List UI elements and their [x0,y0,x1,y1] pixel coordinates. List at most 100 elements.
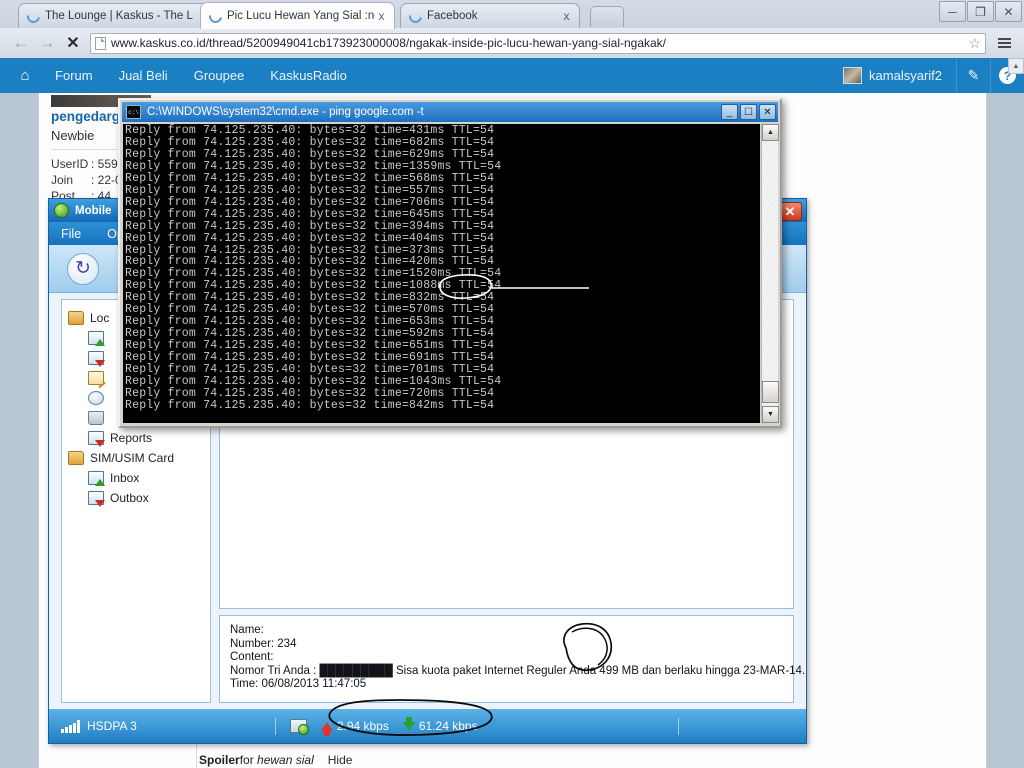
bookmark-star-icon[interactable]: ☆ [968,35,981,52]
detail-number: Number: 234 [230,637,297,650]
profile-join-row: Join: 22-06 [51,173,128,187]
signal-bars-icon [61,719,80,733]
inbox-envelope-icon [88,331,105,346]
inbox-envelope-icon [88,471,105,486]
kaskus-header-right: kamalsyarif2 ✎ ? [843,58,1024,93]
nav-kaskusradio[interactable]: KaskusRadio [257,68,360,83]
spoiler-hide-link[interactable]: Hide [328,753,353,767]
console-icon: c:\ [126,105,141,119]
spoiler-for: for [239,753,254,767]
tree-item-label: Outbox [110,491,149,505]
edit-pencil-icon-wrap[interactable]: ✎ [956,58,990,93]
window-restore-button[interactable]: ❐ [967,1,994,22]
tree-item-sim-outbox[interactable]: Outbox [66,488,210,508]
tree-item-label: Reports [110,431,153,445]
forum-column-rule [196,743,197,768]
back-arrow-icon[interactable]: ← [8,30,34,56]
kaskus-header: ⌂ Forum Jual Beli Groupee KaskusRadio ka… [0,58,1024,93]
network-type-label: HSDPA 3 [87,719,137,733]
cmd-maximize-button[interactable]: ☐ [740,104,757,120]
browser-navbar: ← → ✕ www.kaskus.co.id/thread/5200949041… [0,28,1024,58]
folder-icon [68,451,84,465]
stop-icon[interactable]: ✕ [60,30,86,56]
home-icon[interactable]: ⌂ [8,67,42,84]
username-label[interactable]: kamalsyarif2 [869,68,942,83]
url-text: www.kaskus.co.id/thread/5200949041cb1739… [111,36,667,50]
forward-arrow-icon[interactable]: → [34,30,60,56]
tab-title: Pic Lucu Hewan Yang Sial :ng [227,10,375,22]
outbox-envelope-icon [88,491,105,507]
profile-userid-key: UserID [51,157,89,171]
address-bar[interactable]: www.kaskus.co.id/thread/5200949041cb1739… [90,32,986,54]
profile-userid-row: UserID: 5597 [51,157,124,171]
pencil-icon: ✎ [967,67,980,83]
statusbar-speeds: 2.94 kbps 61.24 kbps [274,716,679,736]
statusbar-divider [274,717,276,735]
download-arrow-icon [402,716,415,731]
new-tab-button[interactable] [590,6,624,27]
nav-forum[interactable]: Forum [42,68,106,83]
mobile-partner-app-icon [54,203,69,218]
cmd-window-title: C:\WINDOWS\system32\cmd.exe - ping googl… [147,106,424,118]
browser-tab-3[interactable]: Facebook x [400,3,580,28]
tree-item-label: Inbox [110,471,140,485]
profile-rank: Newbie [51,128,95,143]
scroll-up-arrow-icon[interactable]: ▲ [762,124,779,141]
tree-item-sim-usim-card[interactable]: SIM/USIM Card [66,448,210,468]
window-close-button[interactable]: ✕ [995,1,1022,22]
detail-content-label: Content: [230,651,274,663]
tab-favicon-icon [24,6,43,26]
statusbar-right-divider [677,717,679,735]
cmd-window: c:\ C:\WINDOWS\system32\cmd.exe - ping g… [118,98,782,428]
cmd-console-output[interactable]: Reply from 74.125.235.40: bytes=32 time=… [123,124,760,423]
tree-item-sim-inbox[interactable]: Inbox [66,468,210,488]
folder-icon [68,311,84,325]
cmd-scrollbar[interactable]: ▲ ▼ [761,124,779,423]
tab-favicon-icon [206,6,225,26]
mobile-partner-title: Mobile [75,204,112,217]
browser-menu-icon[interactable] [992,31,1016,55]
sync-refresh-icon[interactable]: ↻ [67,252,99,285]
nav-groupee[interactable]: Groupee [181,68,258,83]
browser-tabstrip: The Lounge | Kaskus - The L x Pic Lucu H… [0,0,1024,29]
sms-detail-pane: Name: Number: 234 Content: Nomor Tri And… [219,615,806,703]
browser-chrome: The Lounge | Kaskus - The L x Pic Lucu H… [0,0,1024,58]
upload-speed-label: 2.94 kbps [336,719,389,733]
profile-join-key: Join [51,173,74,187]
spoiler-toggle[interactable]: Spoilerfor hewan sial Hide [199,753,352,767]
nav-jual-beli[interactable]: Jual Beli [106,68,181,83]
tree-item-label: Loc [90,311,110,325]
tab-close-icon[interactable]: x [560,9,573,23]
tab-close-icon[interactable]: x [375,9,388,23]
window-minimize-button[interactable]: ─ [939,1,966,22]
cmd-close-button[interactable]: ✕ [759,104,776,120]
reports-envelope-icon [88,431,105,447]
page-scroll-up-arrow[interactable]: ▲ [1008,58,1024,74]
tab-favicon-icon [406,6,425,26]
outbox-envelope-icon [88,351,105,367]
sent-clock-icon [88,391,104,405]
connection-icon [289,719,309,735]
scroll-down-arrow-icon[interactable]: ▼ [762,406,779,423]
detail-content-body: Nomor Tri Anda : █████████ Sisa kuota pa… [230,664,806,677]
tree-item-label: SIM/USIM Card [90,451,175,465]
download-speed-label: 61.24 kbps [418,719,478,733]
cmd-titlebar[interactable]: c:\ C:\WINDOWS\system32\cmd.exe - ping g… [122,102,778,122]
tab-title: Facebook [427,10,478,22]
trash-icon [88,411,104,425]
menu-file[interactable]: File [61,227,81,241]
draft-pencil-icon [88,371,104,385]
upload-arrow-icon [320,721,333,736]
cmd-minimize-button[interactable]: _ [721,104,738,120]
scrollbar-thumb[interactable] [762,381,779,403]
mobile-partner-statusbar: HSDPA 3 2.94 kbps 61.24 kbps [49,709,806,743]
detail-time: Time: 06/08/2013 11:47:05 [230,678,367,690]
spoiler-label: Spoiler [199,753,240,767]
tree-item-reports[interactable]: Reports [66,428,210,448]
avatar[interactable] [843,67,863,84]
cmd-window-buttons: _ ☐ ✕ [719,104,778,120]
page-document-icon [95,36,106,50]
detail-name: Name: [230,624,264,636]
browser-tab-2[interactable]: Pic Lucu Hewan Yang Sial :ng x [200,2,395,29]
spoiler-subject: hewan sial [257,753,314,767]
